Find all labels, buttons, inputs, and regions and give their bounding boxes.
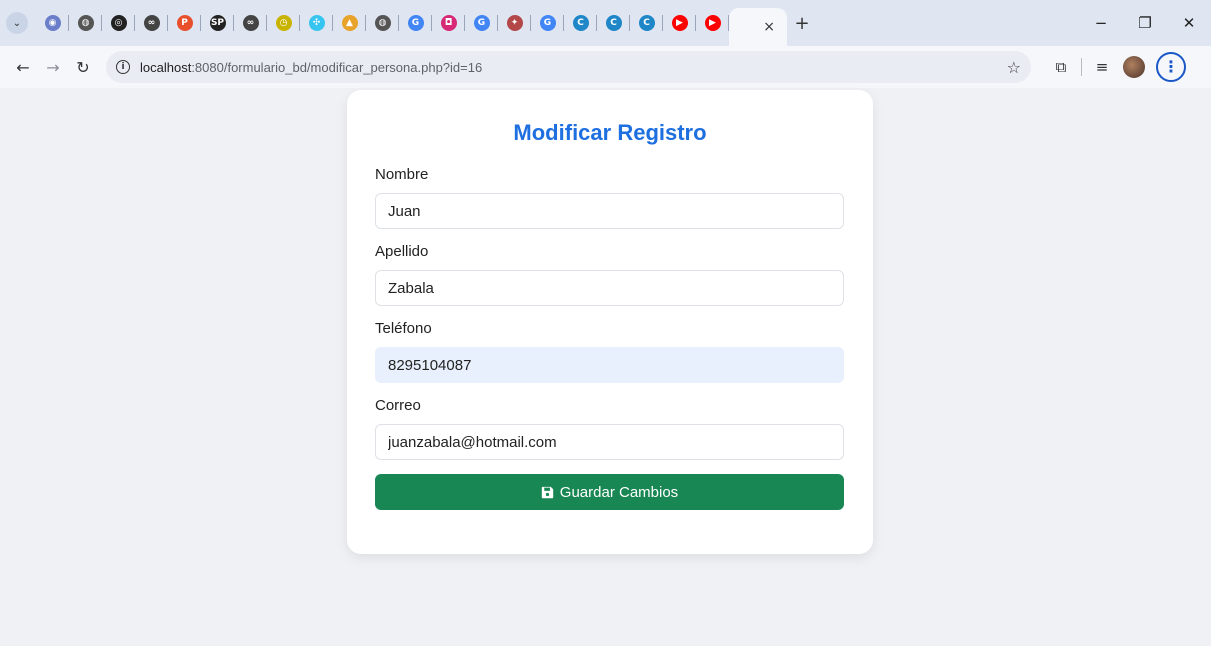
instagram-icon: ◘ xyxy=(440,15,457,31)
tab-14[interactable]: G xyxy=(465,0,498,46)
tool-icon: ✦ xyxy=(506,15,523,31)
tab-16[interactable]: G xyxy=(531,0,564,46)
clock-icon: ◷ xyxy=(275,15,292,31)
correo-label: Correo xyxy=(375,397,421,414)
infinity-icon: ∞ xyxy=(143,15,160,31)
restore-button[interactable]: ❐ xyxy=(1123,0,1167,46)
c-logo-icon: C xyxy=(605,15,622,31)
globe-icon: ◍ xyxy=(374,15,391,31)
forward-button[interactable]: → xyxy=(38,52,68,82)
extensions-icon[interactable]: ⧉ xyxy=(1045,51,1077,83)
google-icon: G xyxy=(407,15,424,31)
address-bar[interactable]: i localhost:8080/formulario_bd/modificar… xyxy=(106,51,1031,83)
active-tab[interactable]: × xyxy=(729,8,787,46)
correo-input[interactable] xyxy=(375,424,844,460)
tab-8[interactable]: ◷ xyxy=(267,0,300,46)
chevron-down-icon: ⌄ xyxy=(12,17,22,29)
close-window-button[interactable]: ✕ xyxy=(1167,0,1211,46)
close-tab-icon[interactable]: × xyxy=(763,19,775,35)
avatar xyxy=(1123,56,1145,78)
browser-menu-button[interactable]: ⋮ xyxy=(1156,52,1186,82)
tab-3[interactable]: ◎ xyxy=(102,0,135,46)
floppy-disk-icon xyxy=(541,486,553,498)
google-icon: G xyxy=(539,15,556,31)
apellido-field: Apellido xyxy=(375,243,845,306)
youtube-icon: ▶ xyxy=(704,15,721,31)
infinity-icon: ∞ xyxy=(242,15,259,31)
tab-12[interactable]: G xyxy=(399,0,432,46)
correo-field: Correo xyxy=(375,397,845,460)
tab-9[interactable]: ✣ xyxy=(300,0,333,46)
tab-17[interactable]: C xyxy=(564,0,597,46)
bookmark-star-icon[interactable]: ☆ xyxy=(1007,58,1021,77)
tab-7[interactable]: ∞ xyxy=(234,0,267,46)
tab-list: ◉ ◍ ◎ ∞ P SP ∞ ◷ ✣ ▲ ◍ G ◘ G ✦ G C C C ▶ ▶ xyxy=(36,0,729,46)
tab-10[interactable]: ▲ xyxy=(333,0,366,46)
url-text[interactable]: localhost:8080/formulario_bd/modificar_p… xyxy=(140,60,482,75)
c-logo-icon: C xyxy=(638,15,655,31)
telefono-input[interactable] xyxy=(375,347,844,383)
tab-19[interactable]: C xyxy=(630,0,663,46)
tab-6[interactable]: SP xyxy=(201,0,234,46)
form-card: Modificar Registro Nombre Apellido Teléf… xyxy=(347,90,873,554)
tab-4[interactable]: ∞ xyxy=(135,0,168,46)
browser-toolbar: ← → ↻ i localhost:8080/formulario_bd/mod… xyxy=(0,46,1211,88)
page-content: Modificar Registro Nombre Apellido Teléf… xyxy=(6,88,1211,646)
profile-avatar[interactable] xyxy=(1118,51,1150,83)
c-logo-icon: C xyxy=(572,15,589,31)
tab-18[interactable]: C xyxy=(597,0,630,46)
minimize-button[interactable]: − xyxy=(1079,0,1123,46)
site-info-icon[interactable]: i xyxy=(116,60,130,74)
tab-1[interactable]: ◉ xyxy=(36,0,69,46)
google-icon: G xyxy=(473,15,490,31)
back-button[interactable]: ← xyxy=(8,52,38,82)
telefono-label: Teléfono xyxy=(375,320,432,337)
nombre-label: Nombre xyxy=(375,166,429,183)
slack-icon: ✣ xyxy=(308,15,325,31)
globe-icon: ◍ xyxy=(77,15,94,31)
reload-button[interactable]: ↻ xyxy=(68,52,98,82)
tab-5[interactable]: P xyxy=(168,0,201,46)
nombre-input[interactable] xyxy=(375,193,844,229)
tab-search-button[interactable]: ⌄ xyxy=(6,12,28,34)
telefono-field: Teléfono xyxy=(375,320,845,383)
toolbar-divider xyxy=(1081,58,1082,76)
extension-icon: ◉ xyxy=(44,15,61,31)
tab-20[interactable]: ▶ xyxy=(663,0,696,46)
new-tab-button[interactable]: + xyxy=(787,0,817,46)
tab-21[interactable]: ▶ xyxy=(696,0,729,46)
save-changes-label: Guardar Cambios xyxy=(559,483,679,501)
page-title: Modificar Registro xyxy=(513,120,707,145)
tab-2[interactable]: ◍ xyxy=(69,0,102,46)
openai-icon: ◎ xyxy=(110,15,127,31)
tab-15[interactable]: ✦ xyxy=(498,0,531,46)
chart-icon: ▲ xyxy=(341,15,358,31)
apellido-label: Apellido xyxy=(375,243,429,260)
tab-strip: ⌄ ◉ ◍ ◎ ∞ P SP ∞ ◷ ✣ ▲ ◍ G ◘ G ✦ G C C C ▶ ▶ × + − ❐ ✕ xyxy=(0,0,1211,46)
sp-icon: SP xyxy=(209,15,226,31)
window-controls: − ❐ ✕ xyxy=(1079,0,1211,46)
youtube-icon: ▶ xyxy=(671,15,688,31)
apellido-input[interactable] xyxy=(375,270,844,306)
save-changes-button[interactable]: Guardar Cambios xyxy=(375,474,844,510)
nombre-field: Nombre xyxy=(375,166,845,229)
tab-13[interactable]: ◘ xyxy=(432,0,465,46)
p-logo-icon: P xyxy=(176,15,193,31)
tab-11[interactable]: ◍ xyxy=(366,0,399,46)
media-control-icon[interactable]: ≡ xyxy=(1086,51,1118,83)
